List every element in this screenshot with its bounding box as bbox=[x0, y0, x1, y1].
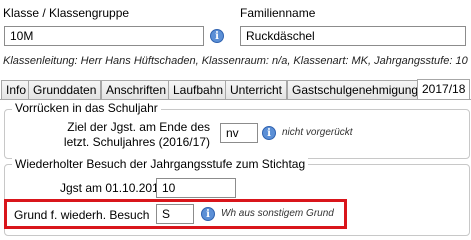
tab-info[interactable]: Info bbox=[1, 80, 32, 99]
grund-label: Grund f. wiederh. Besuch bbox=[14, 208, 150, 222]
klasse-input[interactable]: 10M bbox=[4, 26, 204, 46]
ziel-jgst-hint: nicht vorgerückt bbox=[282, 127, 353, 138]
tab-laufbahn[interactable]: Laufbahn bbox=[168, 80, 229, 99]
grund-hint: Wh aus sonstigem Grund bbox=[221, 208, 334, 219]
klasse-info-icon[interactable]: i bbox=[210, 29, 224, 43]
vorruecken-label: Ziel der Jgst. am Ende des letzt. Schulj… bbox=[60, 120, 210, 150]
grund-info-icon[interactable]: i bbox=[201, 207, 215, 221]
vorruecken-label-line1: Ziel der Jgst. am Ende des bbox=[67, 120, 210, 134]
wiederholter-besuch-title: Wiederholter Besuch der Jahrgangsstufe z… bbox=[12, 157, 309, 171]
tab-grunddaten[interactable]: Grunddaten bbox=[28, 80, 102, 99]
grund-input[interactable]: S bbox=[156, 204, 194, 224]
jgst-input[interactable]: 10 bbox=[156, 178, 236, 198]
tab-anschriften[interactable]: Anschriften bbox=[101, 80, 172, 99]
ziel-jgst-info-icon[interactable]: i bbox=[262, 126, 276, 140]
familienname-input[interactable]: Ruckdäschel bbox=[240, 26, 466, 46]
klassenleitung-info: Klassenleitung: Herr Hans Hüftschaden, K… bbox=[3, 55, 468, 67]
familienname-label: Familienname bbox=[240, 6, 316, 20]
tab-divider bbox=[0, 99, 471, 100]
tab-2017-18[interactable]: 2017/18 bbox=[417, 79, 471, 100]
tab-bar: Info Grunddaten Anschriften Laufbahn Unt… bbox=[0, 79, 471, 101]
tab-gastschulgenehmigung[interactable]: Gastschulgenehmigung bbox=[287, 80, 424, 99]
tab-unterricht[interactable]: Unterricht bbox=[225, 80, 288, 99]
vorruecken-label-line2: letzt. Schuljahres (2016/17) bbox=[63, 135, 210, 149]
jgst-label: Jgst am 01.10.2017 bbox=[60, 181, 166, 195]
vorruecken-title: Vorrücken in das Schuljahr bbox=[12, 101, 161, 115]
ziel-jgst-input[interactable]: nv bbox=[220, 123, 258, 143]
klasse-label: Klasse / Klassengruppe bbox=[3, 6, 130, 20]
